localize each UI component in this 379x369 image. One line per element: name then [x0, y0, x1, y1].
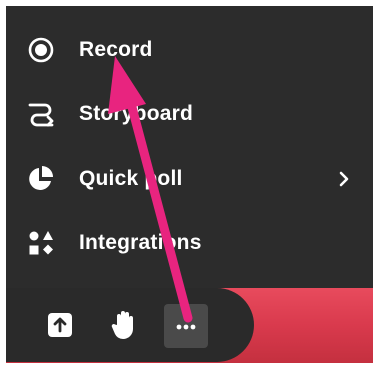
upload-icon: [46, 311, 74, 342]
menu-item-quick-poll[interactable]: Quick poll: [6, 152, 373, 206]
pie-chart-icon: [24, 162, 58, 196]
shapes-icon: [24, 226, 58, 260]
menu-item-label: Record: [79, 38, 153, 61]
menu-item-label: Quick poll: [79, 167, 183, 190]
menu-item-record[interactable]: Record: [6, 23, 373, 77]
menu-item-storyboard[interactable]: Storyboard: [6, 87, 373, 141]
chevron-right-icon: [334, 169, 354, 189]
upload-button[interactable]: [38, 304, 82, 348]
bottom-toolbar: [6, 288, 254, 362]
storyboard-icon: [24, 97, 58, 131]
more-options-button[interactable]: [164, 304, 208, 348]
menu-item-label: Integrations: [79, 231, 202, 254]
record-icon: [24, 33, 58, 67]
more-options-icon: [174, 319, 198, 334]
menu-item-integrations[interactable]: Integrations: [6, 216, 373, 270]
app-frame: Record Storyboard Quick poll Integration…: [6, 6, 373, 363]
more-options-menu: Record Storyboard Quick poll Integration…: [6, 6, 373, 288]
menu-item-label: Storyboard: [79, 102, 194, 125]
raise-hand-button[interactable]: [102, 304, 146, 348]
raise-hand-icon: [111, 309, 137, 344]
